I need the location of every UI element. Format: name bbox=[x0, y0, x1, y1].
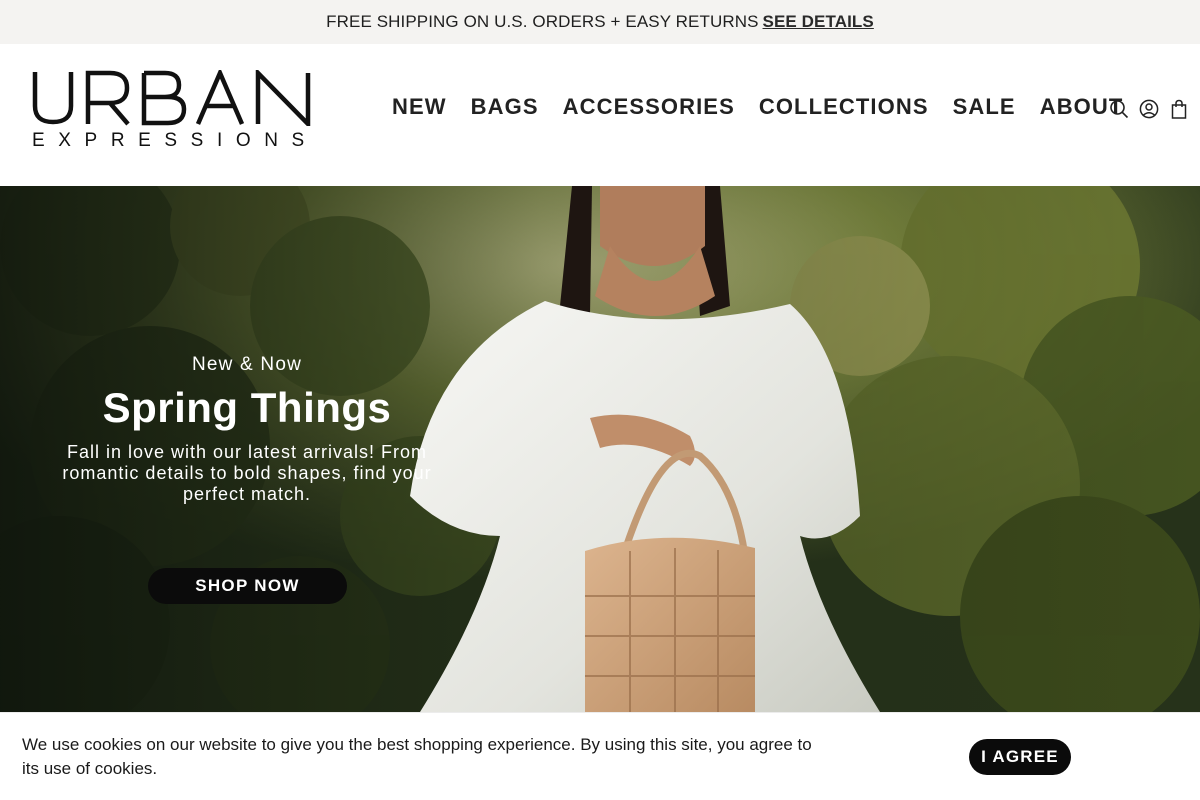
site-header: EXPRESSIONS NEW BAGS ACCESSORIES COLLECT… bbox=[0, 44, 1200, 186]
logo-wordmark bbox=[32, 70, 311, 126]
see-details-link[interactable]: SEE DETAILS bbox=[763, 12, 874, 32]
agree-button[interactable]: I AGREE bbox=[969, 739, 1071, 775]
account-icon[interactable] bbox=[1138, 98, 1160, 120]
announcement-bar: FREE SHIPPING ON U.S. ORDERS + EASY RETU… bbox=[0, 0, 1200, 44]
nav-item-sale[interactable]: SALE bbox=[953, 94, 1016, 120]
hero-title: Spring Things bbox=[102, 384, 392, 431]
cookie-banner: We use cookies on our website to give yo… bbox=[0, 712, 1200, 800]
brand-logo[interactable]: EXPRESSIONS bbox=[32, 70, 314, 152]
shop-now-button[interactable]: SHOP NOW bbox=[148, 568, 347, 604]
nav-item-accessories[interactable]: ACCESSORIES bbox=[563, 94, 735, 120]
hero-eyebrow: New & Now bbox=[191, 354, 303, 375]
search-icon[interactable] bbox=[1108, 98, 1130, 120]
cart-icon[interactable] bbox=[1168, 98, 1190, 120]
nav-item-bags[interactable]: BAGS bbox=[471, 94, 539, 120]
nav-item-new[interactable]: NEW bbox=[392, 94, 447, 120]
logo-subtitle: EXPRESSIONS bbox=[32, 130, 318, 151]
nav-item-collections[interactable]: COLLECTIONS bbox=[759, 94, 929, 120]
cookie-message: We use cookies on our website to give yo… bbox=[22, 735, 812, 778]
announcement-text: FREE SHIPPING ON U.S. ORDERS + EASY RETU… bbox=[326, 12, 759, 31]
header-icons bbox=[1100, 98, 1190, 120]
hero-banner[interactable]: New & Now Spring Things Fall in love wit… bbox=[0, 186, 1200, 712]
main-nav: NEW BAGS ACCESSORIES COLLECTIONS SALE AB… bbox=[392, 94, 1123, 120]
hero-description: Fall in love with our latest arrivals! F… bbox=[62, 442, 432, 504]
hero-copy: New & Now Spring Things Fall in love wit… bbox=[40, 354, 454, 505]
